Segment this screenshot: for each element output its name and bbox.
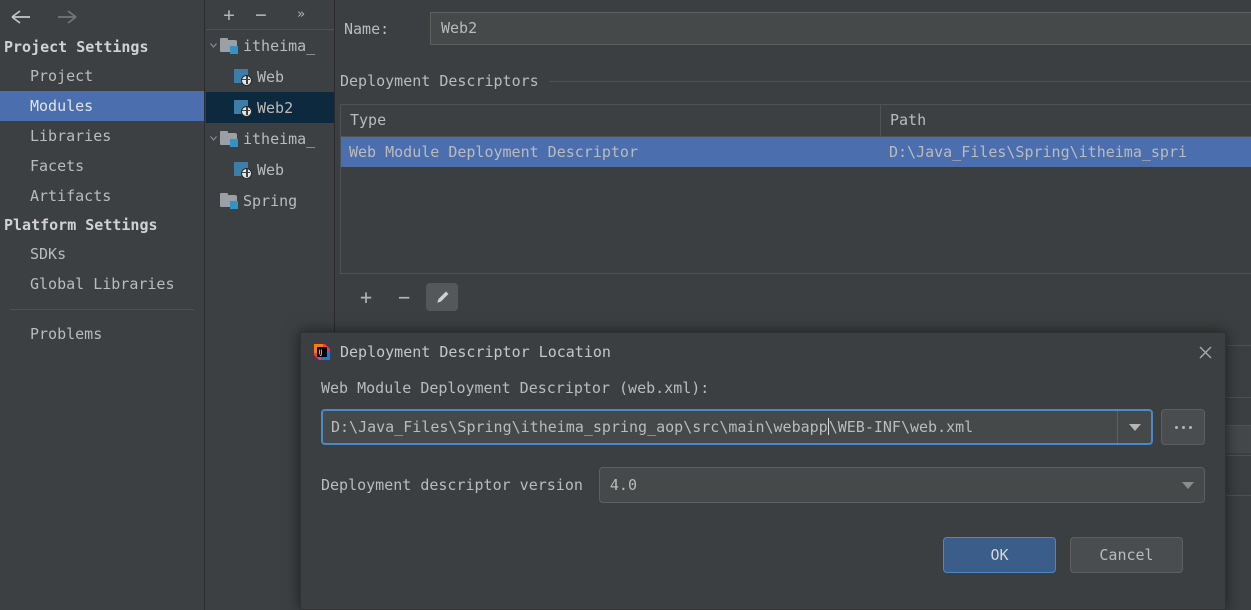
column-header-type[interactable]: Type <box>341 105 881 136</box>
tree-item-label: Web <box>257 67 285 86</box>
version-label: Deployment descriptor version <box>321 476 583 494</box>
module-folder-icon <box>220 131 238 147</box>
back-arrow-icon[interactable] <box>8 6 34 28</box>
module-folder-icon <box>220 38 238 54</box>
descriptor-path-row: D:\Java_Files\Spring\itheima_spring_aop\… <box>321 409 1205 445</box>
descriptor-path-input[interactable]: D:\Java_Files\Spring\itheima_spring_aop\… <box>323 418 1117 436</box>
add-module-button[interactable]: + <box>214 2 244 28</box>
path-text-before-caret: D:\Java_Files\Spring\itheima_spring_aop\… <box>331 418 828 436</box>
table-header: Type Path <box>341 105 1251 137</box>
web-facet-icon <box>234 161 252 179</box>
sidebar-item-artifacts[interactable]: Artifacts <box>0 181 204 211</box>
web-facet-icon <box>234 68 252 86</box>
settings-sidebar: Project Settings Project Modules Librari… <box>0 0 205 610</box>
ellipsis-dot <box>1181 425 1185 429</box>
sidebar-item-problems[interactable]: Problems <box>0 319 204 349</box>
descriptor-version-row: Deployment descriptor version 4.0 <box>321 467 1205 503</box>
section-divider <box>548 80 1251 82</box>
cell-type: Web Module Deployment Descriptor <box>349 143 638 161</box>
module-tree-toolbar: + − » <box>206 0 334 30</box>
dialog-title: Deployment Descriptor Location <box>340 343 611 361</box>
more-options-button[interactable]: » <box>286 2 316 28</box>
module-name-input[interactable]: Web2 <box>430 12 1251 45</box>
tree-item-module[interactable]: itheima_ <box>206 123 334 154</box>
add-descriptor-button[interactable]: + <box>350 283 382 311</box>
remove-descriptor-button[interactable]: − <box>388 283 420 311</box>
sidebar-item-libraries[interactable]: Libraries <box>0 121 204 151</box>
column-header-path[interactable]: Path <box>881 105 1251 136</box>
version-select[interactable]: 4.0 <box>598 467 1205 503</box>
forward-arrow-icon[interactable] <box>54 6 80 28</box>
sidebar-item-project[interactable]: Project <box>0 61 204 91</box>
ellipsis-dot <box>1188 425 1192 429</box>
ellipsis-dot <box>1174 425 1178 429</box>
tree-item-web-facet[interactable]: Web <box>206 61 334 92</box>
module-name-row: Name: Web2 <box>336 12 1251 45</box>
module-folder-icon <box>220 193 238 209</box>
version-value: 4.0 <box>609 476 637 494</box>
cancel-button[interactable]: Cancel <box>1070 537 1183 573</box>
ok-button[interactable]: OK <box>943 537 1056 573</box>
svg-text:IJ: IJ <box>318 349 322 357</box>
descriptors-table: Type Path Web Module Deployment Descript… <box>340 104 1251 274</box>
web-facet-icon <box>234 99 252 117</box>
settings-window: Project Settings Project Modules Librari… <box>0 0 1251 610</box>
tree-item-web-facet[interactable]: Web <box>206 154 334 185</box>
name-label: Name: <box>344 19 390 38</box>
tree-item-label: Spring <box>243 191 298 210</box>
table-body: Web Module Deployment Descriptor D:\Java… <box>341 137 1251 273</box>
navigation-arrows <box>0 0 204 33</box>
tree-item-web2-facet[interactable]: Web2 <box>206 92 334 123</box>
pencil-edit-icon[interactable] <box>426 283 458 311</box>
sidebar-section-platform-settings: Platform Settings <box>4 216 158 234</box>
browse-button[interactable] <box>1161 409 1205 445</box>
chevron-down-icon[interactable] <box>1117 411 1151 443</box>
sidebar-item-facets[interactable]: Facets <box>0 151 204 181</box>
sidebar-divider <box>10 309 194 310</box>
dialog-button-row: OK Cancel <box>321 537 1205 573</box>
tree-item-label: Web2 <box>257 98 294 117</box>
sidebar-item-global-libraries[interactable]: Global Libraries <box>0 269 204 299</box>
sidebar-item-modules[interactable]: Modules <box>0 91 204 121</box>
deployment-descriptor-location-dialog: IJ Deployment Descriptor Location Web Mo… <box>300 332 1226 610</box>
descriptor-path-combobox[interactable]: D:\Java_Files\Spring\itheima_spring_aop\… <box>321 409 1153 445</box>
tree-item-label: itheima_ <box>243 36 316 55</box>
expand-chevron-icon[interactable] <box>206 135 220 142</box>
tree-item-spring-module[interactable]: Spring <box>206 185 334 216</box>
descriptors-toolbar: + − <box>336 280 1251 314</box>
table-row[interactable]: Web Module Deployment Descriptor D:\Java… <box>341 137 1251 167</box>
cell-path: D:\Java_Files\Spring\itheima_spri <box>889 143 1188 161</box>
remove-module-button[interactable]: − <box>246 2 276 28</box>
deployment-descriptors-header: Deployment Descriptors <box>336 72 1251 90</box>
section-title: Deployment Descriptors <box>340 72 539 90</box>
tree-item-module[interactable]: itheima_ <box>206 30 334 61</box>
chevron-down-icon[interactable] <box>1182 481 1194 489</box>
dialog-title-bar: IJ Deployment Descriptor Location <box>301 333 1225 371</box>
close-icon[interactable] <box>1189 336 1221 368</box>
descriptor-path-label: Web Module Deployment Descriptor (web.xm… <box>321 379 710 397</box>
intellij-idea-icon: IJ <box>313 343 331 361</box>
tree-item-label: itheima_ <box>243 129 316 148</box>
sidebar-section-project-settings: Project Settings <box>4 38 149 56</box>
dialog-body: Web Module Deployment Descriptor (web.xm… <box>301 371 1225 573</box>
sidebar-item-sdks[interactable]: SDKs <box>0 239 204 269</box>
tree-item-label: Web <box>257 160 285 179</box>
path-text-after-caret: \WEB-INF\web.xml <box>828 418 974 436</box>
expand-chevron-icon[interactable] <box>206 42 220 49</box>
